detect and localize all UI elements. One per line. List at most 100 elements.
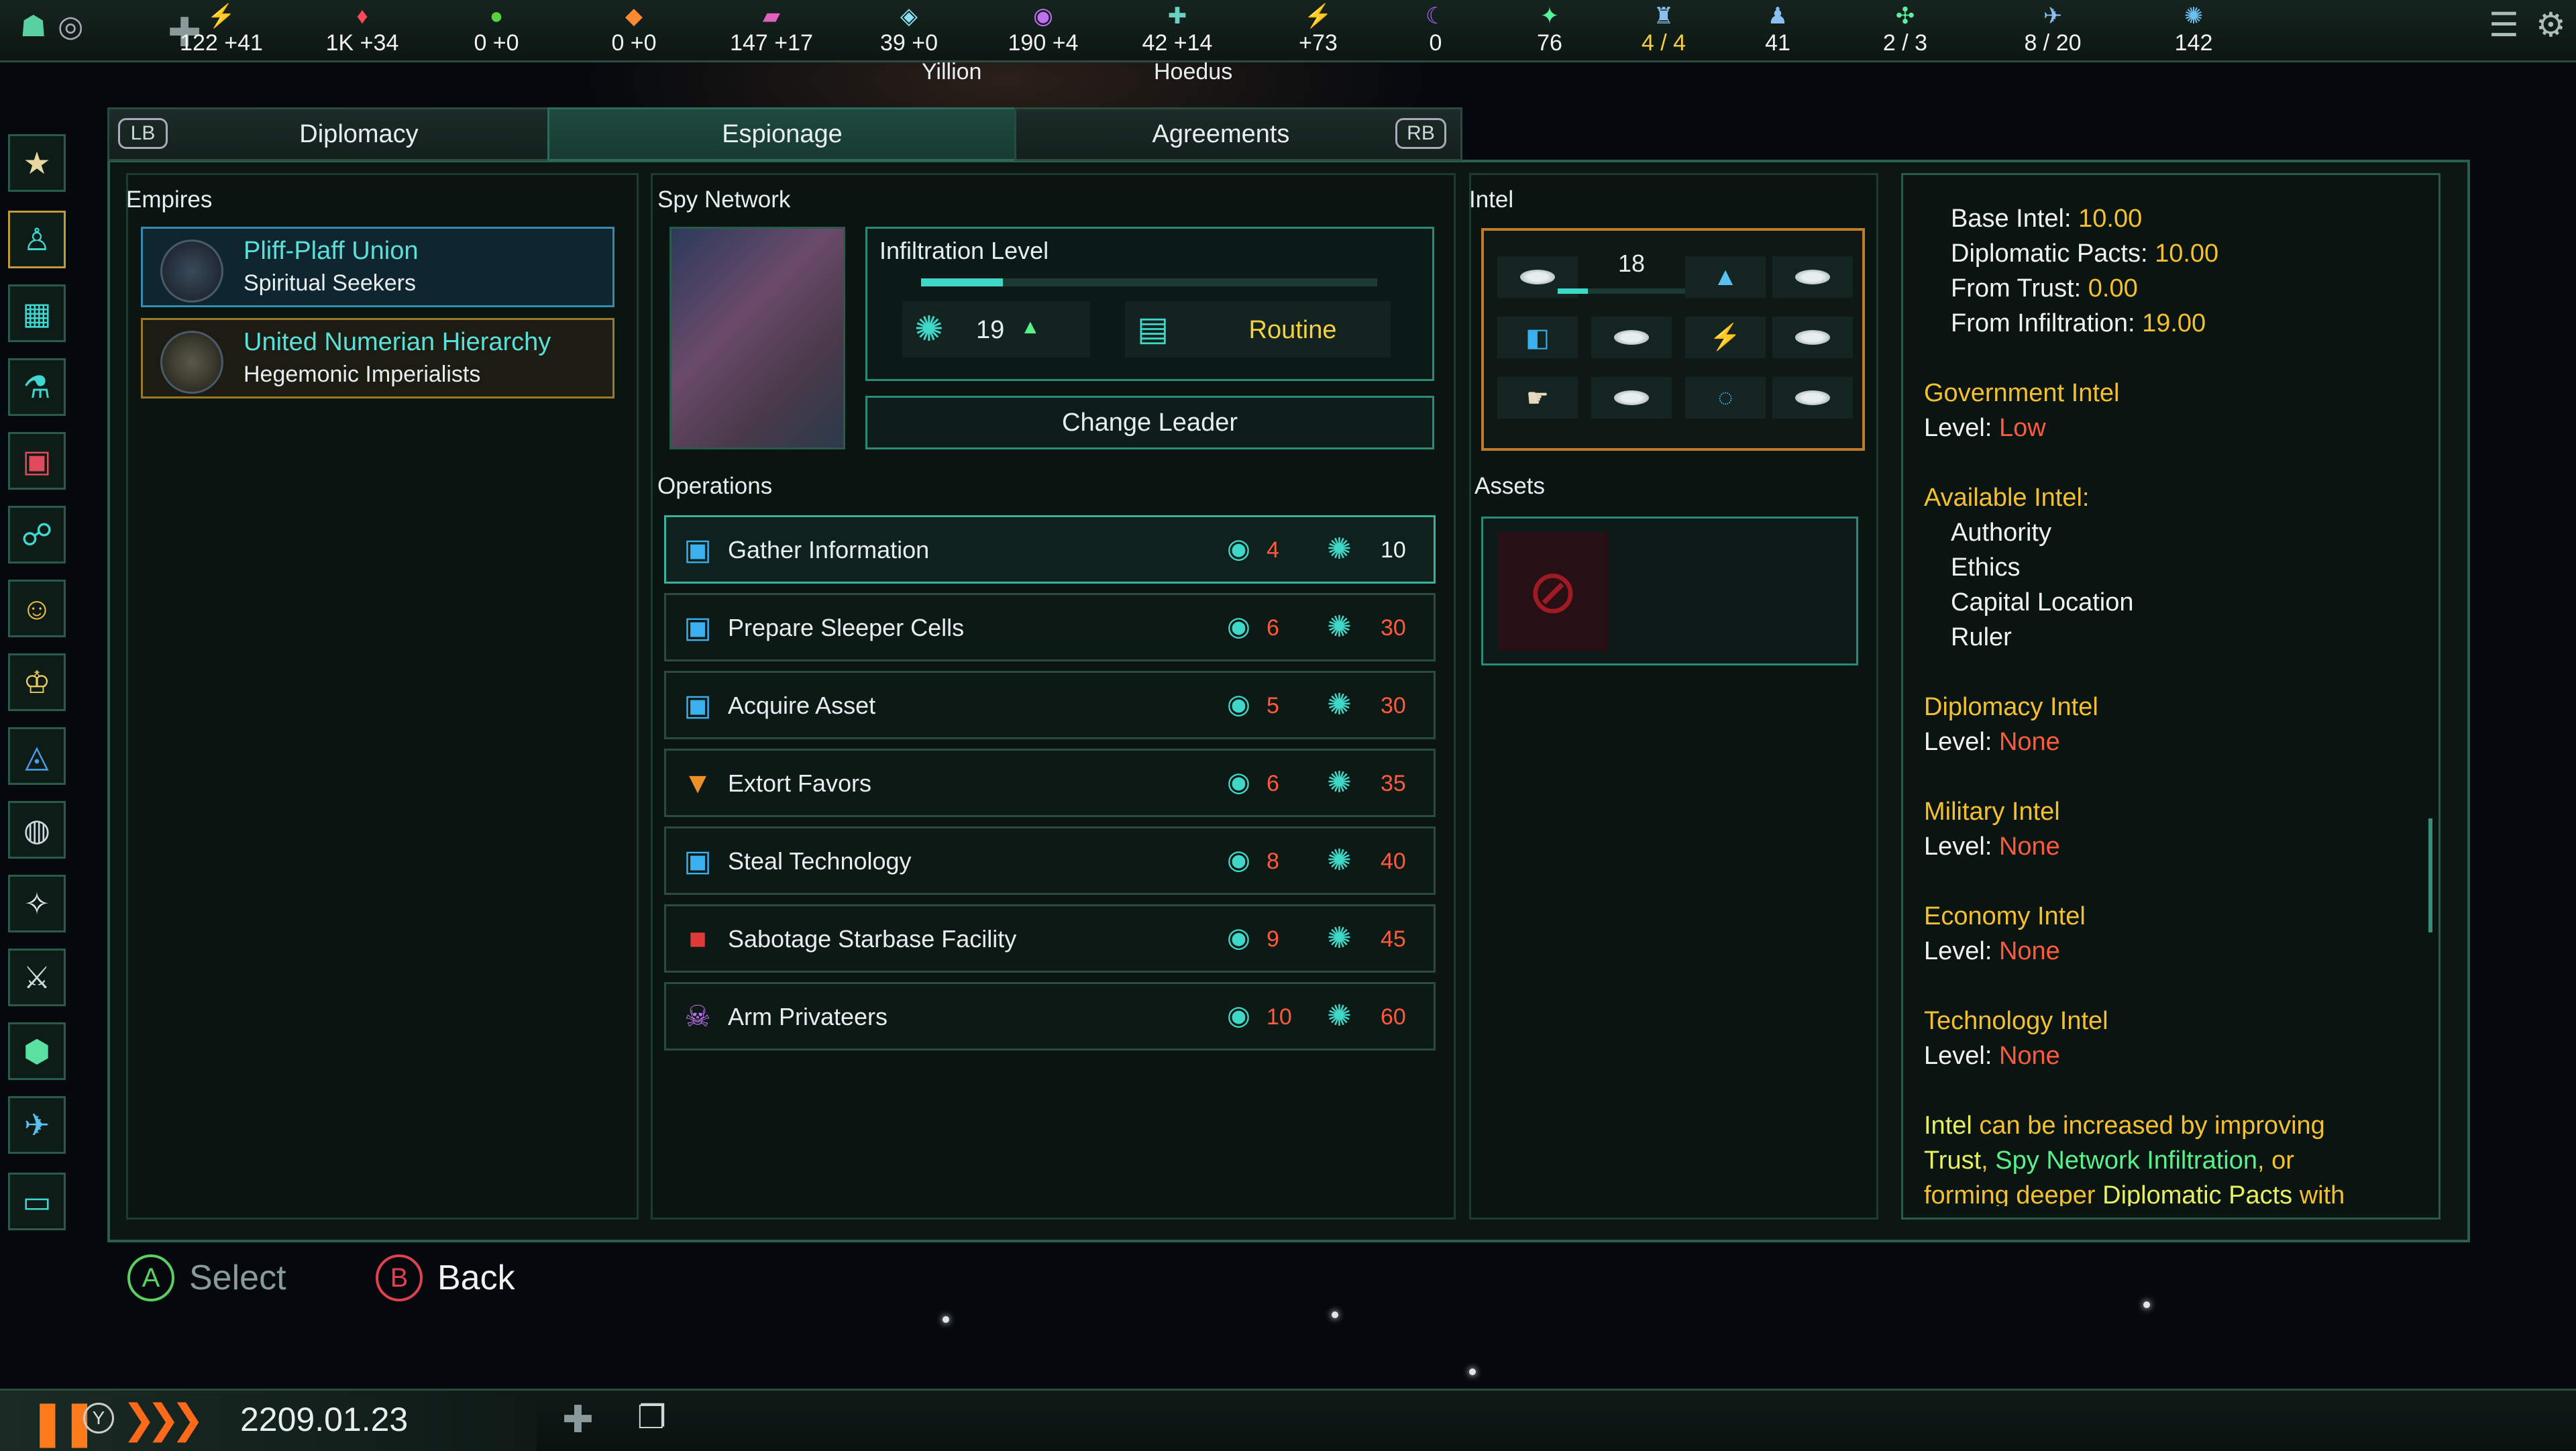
fox-icon: ▼ xyxy=(683,767,712,800)
resource-unity[interactable]: ◉ 190 +4 xyxy=(983,3,1104,56)
leaders-icon[interactable]: ♔ xyxy=(8,653,66,711)
resource-stability[interactable]: ✺ 142 xyxy=(2133,3,2254,56)
back-label: Back xyxy=(437,1258,515,1297)
speed-arrows-icon[interactable]: ❯❯❯ xyxy=(122,1396,205,1443)
policies-icon[interactable]: ◬ xyxy=(8,727,66,785)
intel-cell[interactable]: ⚡ xyxy=(1685,317,1766,358)
operation-difficulty: 45 xyxy=(1381,926,1406,952)
resource-consumer-goods[interactable]: ◆ 0 +0 xyxy=(574,3,694,56)
available-intel-item: Ruler xyxy=(1951,623,2012,651)
empty-asset-slot-icon[interactable]: ⊘ xyxy=(1498,532,1608,651)
spymaster-portrait[interactable] xyxy=(669,227,845,449)
operation-cost: 10 xyxy=(1267,1004,1292,1030)
operation-steal-technology[interactable]: ▣ Steal Technology ◉ 8 ✺ 40 xyxy=(664,826,1436,895)
scrollbar-thumb[interactable] xyxy=(2428,818,2432,932)
resource-pops[interactable]: ♟ 41 xyxy=(1717,3,1838,56)
label: Base Intel: xyxy=(1951,205,2079,233)
species-icon[interactable]: ♙ xyxy=(8,211,66,268)
galaxy-icon[interactable]: ◍ xyxy=(8,801,66,859)
mode-icon: ▤ xyxy=(1137,310,1169,347)
assets-title: Assets xyxy=(1474,473,1546,499)
intel-cell[interactable] xyxy=(1772,377,1853,419)
operation-sabotage-starbase-facility[interactable]: ■ Sabotage Starbase Facility ◉ 9 ✺ 45 xyxy=(664,904,1436,973)
base-intel-value: 10.00 xyxy=(2078,205,2143,233)
operation-prepare-sleeper-cells[interactable]: ▣ Prepare Sleeper Cells ◉ 6 ✺ 30 xyxy=(664,593,1436,661)
resource-minerals[interactable]: ♦ 1K +34 xyxy=(302,3,423,56)
empire-item-pliff-plaff-union[interactable]: Pliff-Plaff Union Spiritual Seekers xyxy=(141,227,614,307)
tab-diplomacy[interactable]: Diplomacy xyxy=(221,107,496,161)
resource-value: 147 +17 xyxy=(730,30,813,56)
resource-value: 42 +14 xyxy=(1142,30,1213,56)
difficulty-icon: ✺ xyxy=(1327,1000,1352,1032)
operation-cost: 8 xyxy=(1267,849,1279,874)
operation-acquire-asset[interactable]: ▣ Acquire Asset ◉ 5 ✺ 30 xyxy=(664,671,1436,739)
operation-difficulty: 10 xyxy=(1381,537,1406,563)
dpad-icon: ✚ xyxy=(562,1398,594,1440)
situations-icon[interactable]: ✧ xyxy=(8,875,66,932)
select-hint[interactable]: A Select xyxy=(127,1254,286,1301)
intel-help-text: Intel can be increased by improving Trus… xyxy=(1924,1108,2420,1206)
resource-influence[interactable]: ◈ 39 +0 xyxy=(849,3,969,56)
difficulty-icon: ✺ xyxy=(1327,688,1352,721)
resource-fleet[interactable]: ✦ 76 xyxy=(1489,3,1610,56)
resource-alloys[interactable]: ▰ 147 +17 xyxy=(711,3,832,56)
intel-cell[interactable]: ◌ xyxy=(1685,377,1766,419)
resource-food[interactable]: ● 0 +0 xyxy=(436,3,557,56)
resource-research[interactable]: ⚡ +73 xyxy=(1258,3,1379,56)
label: Diplomatic Pacts: xyxy=(1951,239,2155,268)
empire-item-united-numerian-hierarchy[interactable]: United Numerian Hierarchy Hegemonic Impe… xyxy=(141,318,614,398)
empire-emblem-icon[interactable]: ★ xyxy=(8,134,66,192)
outliner-icon[interactable]: ❐ xyxy=(637,1399,666,1436)
contacts-icon[interactable]: ☍ xyxy=(8,506,66,563)
hamburger-menu-icon[interactable]: ☰ xyxy=(2489,5,2519,44)
messages-icon[interactable]: ▭ xyxy=(8,1173,66,1230)
operation-extort-favors[interactable]: ▼ Extort Favors ◉ 6 ✺ 35 xyxy=(664,749,1436,817)
fleet-manager-icon[interactable]: ✈ xyxy=(8,1096,66,1154)
difficulty-icon: ✺ xyxy=(1327,610,1352,643)
tab-agreements[interactable]: Agreements xyxy=(1053,107,1389,161)
operation-name: Acquire Asset xyxy=(728,692,876,719)
intel-cell[interactable] xyxy=(1591,377,1672,419)
resource-value: 8 / 20 xyxy=(2024,30,2082,56)
military-intel: Military Intel Level: None xyxy=(1924,794,2060,864)
intel-cell[interactable] xyxy=(1772,317,1853,358)
resource-value: 122 +41 xyxy=(180,30,263,56)
tab-espionage[interactable]: Espionage xyxy=(547,107,1017,161)
operation-arm-privateers[interactable]: ☠ Arm Privateers ◉ 10 ✺ 60 xyxy=(664,982,1436,1051)
change-leader-button[interactable]: Change Leader xyxy=(865,396,1434,449)
factions-icon[interactable]: ⬢ xyxy=(8,1022,66,1080)
intel-cell[interactable] xyxy=(1591,317,1672,358)
resource-amenities[interactable]: ☾ 0 xyxy=(1375,3,1496,56)
technology-icon: ◌ xyxy=(1717,383,1733,412)
economy-intel-title: Economy Intel xyxy=(1924,902,2086,930)
menu-shortcut-icon[interactable]: ☗ xyxy=(20,9,46,44)
intel-cost-icon: ◉ xyxy=(1227,690,1250,719)
market-icon[interactable]: ▣ xyxy=(8,432,66,490)
intel-cell[interactable]: ☛ xyxy=(1497,377,1578,419)
pops-icon: ♟ xyxy=(1767,3,1788,29)
operation-mode-box[interactable]: ▤ Routine xyxy=(1125,301,1391,358)
planets-icon[interactable]: ▦ xyxy=(8,284,66,342)
settings-icon[interactable]: ◎ xyxy=(58,9,83,44)
resource-envoys[interactable]: ♜ 4 / 4 xyxy=(1603,3,1724,56)
intel-cost-icon: ◉ xyxy=(1227,845,1250,875)
label: Level: xyxy=(1924,414,1999,442)
resource-navy[interactable]: ✈ 8 / 20 xyxy=(1992,3,2113,56)
military-icon[interactable]: ⚔ xyxy=(8,949,66,1006)
available-intel-title: Available Intel: xyxy=(1924,484,2090,512)
diplomacy-intel-title: Diplomacy Intel xyxy=(1924,693,2098,721)
settings-gear-icon[interactable]: ⚙ xyxy=(2536,5,2566,44)
diplomatic-pacts-value: 10.00 xyxy=(2155,239,2219,268)
resource-starbase[interactable]: ✣ 2 / 3 xyxy=(1845,3,1966,56)
operation-gather-information[interactable]: ▣ Gather Information ◉ 4 ✺ 10 xyxy=(664,515,1436,584)
intel-cell[interactable] xyxy=(1772,256,1853,298)
intel-cell[interactable]: ◧ xyxy=(1497,317,1578,358)
a-button-icon: A xyxy=(127,1254,174,1301)
traditions-icon[interactable]: ☺ xyxy=(8,580,66,637)
text: forming deeper xyxy=(1924,1181,2103,1206)
research-flask-icon[interactable]: ⚗ xyxy=(8,358,66,416)
resource-energy[interactable]: ⚡ 122 +41 xyxy=(161,3,282,56)
back-hint[interactable]: B Back xyxy=(376,1254,515,1301)
resource-trade[interactable]: ✚ 42 +14 xyxy=(1117,3,1238,56)
intel-cell[interactable]: ▲ xyxy=(1685,256,1766,298)
